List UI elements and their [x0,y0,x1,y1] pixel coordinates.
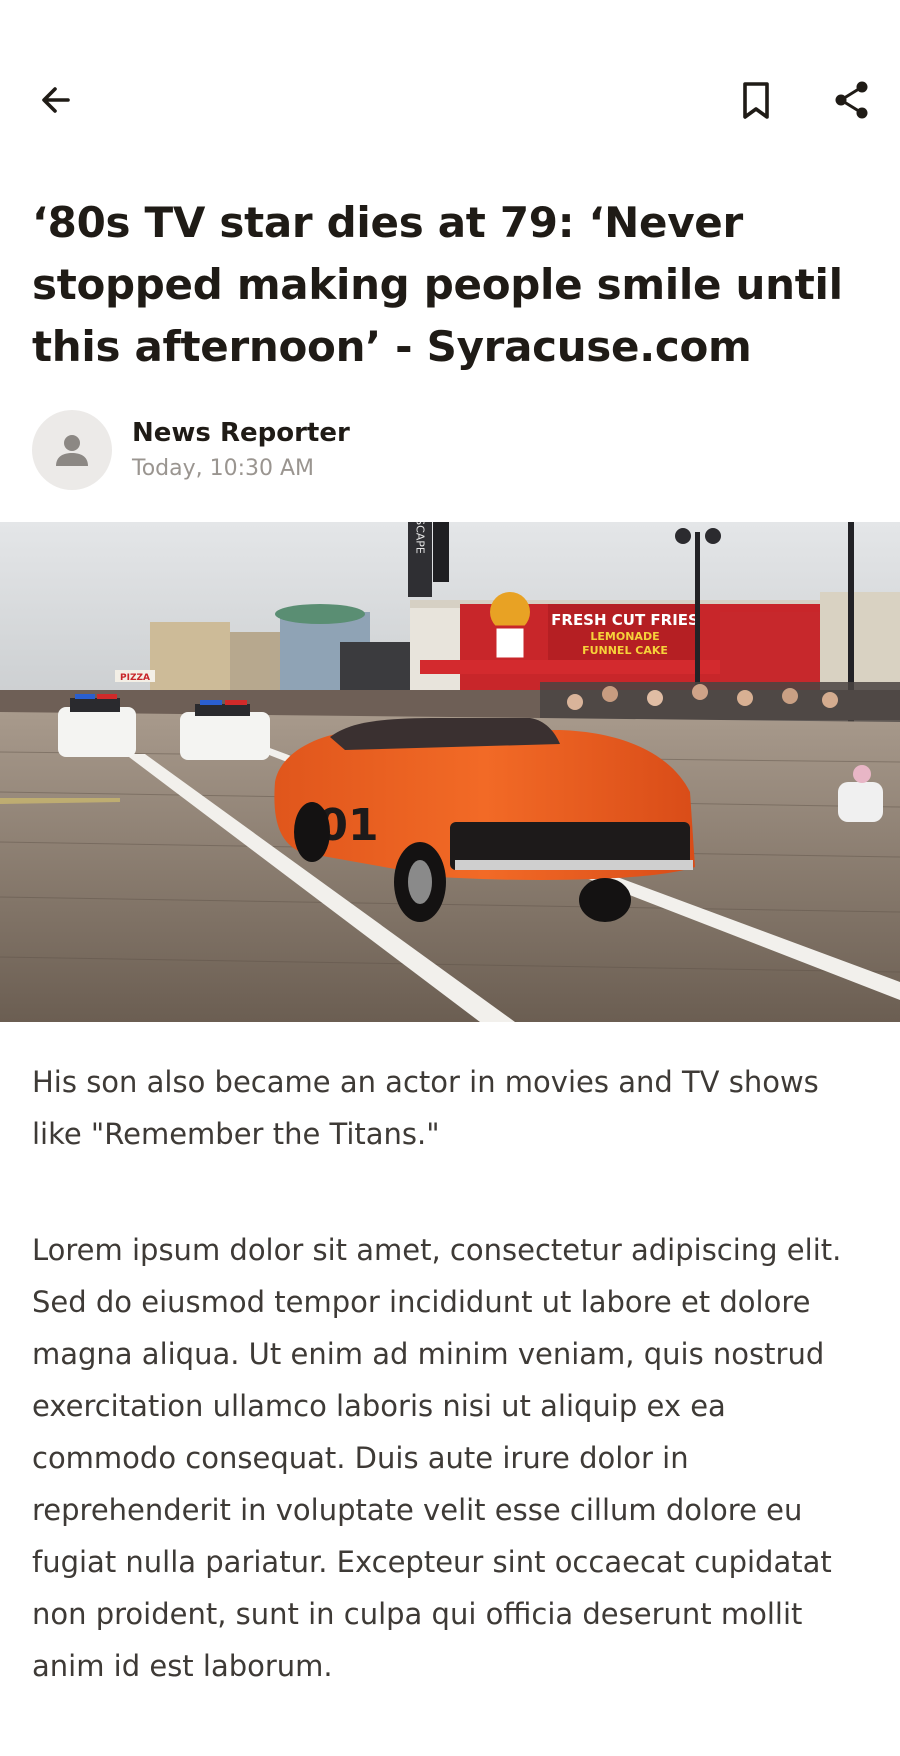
scape-sign: SCAPE [414,522,427,554]
share-icon [835,81,868,119]
article-byline: News Reporter Today, 10:30 AM [32,410,868,490]
article-paragraph: His son also became an actor in movies a… [32,1065,819,1151]
hero-photo-boardwalk-parade: SCAPE FRESH CUT FRIES LEMONADE FUNNEL CA… [0,522,900,1022]
article-body: His son also became an actor in movies a… [32,1056,872,1756]
fries-sign-line1: FRESH CUT FRIES [551,611,699,629]
bookmark-icon [743,82,769,119]
arrow-left-icon [42,87,70,113]
person-icon [56,435,88,466]
pizza-sign: PIZZA [120,673,150,683]
back-button[interactable] [32,76,80,124]
hero-image: SCAPE FRESH CUT FRIES LEMONADE FUNNEL CA… [0,522,900,1022]
top-app-bar [0,60,900,140]
fries-sign-line3: FUNNEL CAKE [582,644,668,657]
share-button[interactable] [828,76,876,124]
fries-sign-line2: LEMONADE [590,630,659,643]
bookmark-button[interactable] [732,76,780,124]
publish-time: Today, 10:30 AM [132,456,315,481]
author-name: News Reporter [132,418,350,448]
article-paragraph: Lorem ipsum dolor sit amet, consectetur … [32,1233,842,1683]
article-headline: ‘80s TV star dies at 79: ‘Never stopped … [32,198,843,371]
avatar [32,410,112,490]
